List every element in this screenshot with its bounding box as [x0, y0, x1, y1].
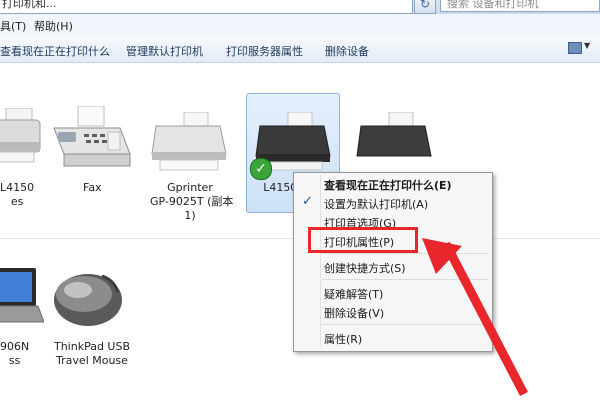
- default-check-icon: ✓: [250, 158, 272, 180]
- menu-item-remove-device[interactable]: 删除设备(V): [324, 305, 384, 321]
- address-path: 打印机和...: [2, 0, 57, 10]
- search-input[interactable]: 搜索 设备和打印机: [440, 0, 600, 12]
- menu-item-properties[interactable]: 属性(R): [324, 331, 362, 347]
- mouse-device[interactable]: [48, 262, 128, 335]
- refresh-button[interactable]: ↻: [414, 0, 436, 14]
- menu-separator: [322, 324, 488, 325]
- printer-icon: [0, 107, 41, 163]
- printer-icon: [151, 111, 227, 171]
- menu-item-create-shortcut[interactable]: 创建快捷方式(S): [324, 260, 406, 276]
- mouse-icon: [54, 274, 122, 326]
- chevron-down-icon[interactable]: ▼: [584, 41, 590, 50]
- device-label: Fax: [83, 181, 102, 194]
- address-strip: 打印机和... ↻ 搜索 设备和打印机: [0, 0, 600, 14]
- laptop-device[interactable]: [0, 268, 45, 335]
- print-server-properties-button[interactable]: 打印服务器属性: [226, 43, 303, 59]
- menu-item-troubleshoot[interactable]: 疑难解答(T): [324, 286, 383, 302]
- search-placeholder: 搜索 设备和打印机: [447, 0, 539, 10]
- device-label: L4150 es: [0, 181, 35, 208]
- menu-separator: [322, 253, 488, 254]
- remove-device-button[interactable]: 删除设备: [325, 43, 369, 59]
- menu-help[interactable]: 帮助(H): [34, 18, 73, 34]
- fax-device[interactable]: [50, 105, 132, 175]
- command-bar: 查看现在正在打印什么 管理默认打印机 打印服务器属性 删除设备 ▼: [0, 36, 600, 63]
- menu-gutter: [320, 175, 321, 347]
- change-view-icon[interactable]: [568, 42, 582, 54]
- address-bar[interactable]: 打印机和...: [0, 0, 413, 14]
- context-menu: ✓ 查看现在正在打印什么(E) 设置为默认打印机(A) 打印首选项(G) 打印机…: [293, 172, 493, 352]
- printer-partial[interactable]: [355, 111, 435, 177]
- printer-epson-l4150[interactable]: [0, 107, 44, 171]
- fax-icon: [53, 105, 131, 167]
- menu-tools[interactable]: 具(T): [0, 18, 26, 34]
- see-printing-button[interactable]: 查看现在正在打印什么: [0, 43, 110, 59]
- annotation-highlight-box: [308, 227, 418, 253]
- menu-separator: [322, 279, 488, 280]
- checkmark-icon: ✓: [302, 194, 313, 209]
- manage-default-printer-button[interactable]: 管理默认打印机: [126, 43, 203, 59]
- menu-bar: 具(T) 帮助(H): [0, 14, 600, 37]
- device-label: 906N ss: [0, 340, 30, 367]
- menu-item-set-default[interactable]: 设置为默认打印机(A): [324, 196, 428, 212]
- printer-gprinter[interactable]: [150, 111, 230, 177]
- device-label: Gprinter GP-9025T (副本 1): [150, 181, 234, 222]
- menu-item-see-printing[interactable]: 查看现在正在打印什么(E): [324, 177, 452, 193]
- printer-icon: [356, 111, 432, 157]
- device-label: ThinkPad USB Travel Mouse: [53, 340, 131, 367]
- laptop-icon: [0, 268, 45, 323]
